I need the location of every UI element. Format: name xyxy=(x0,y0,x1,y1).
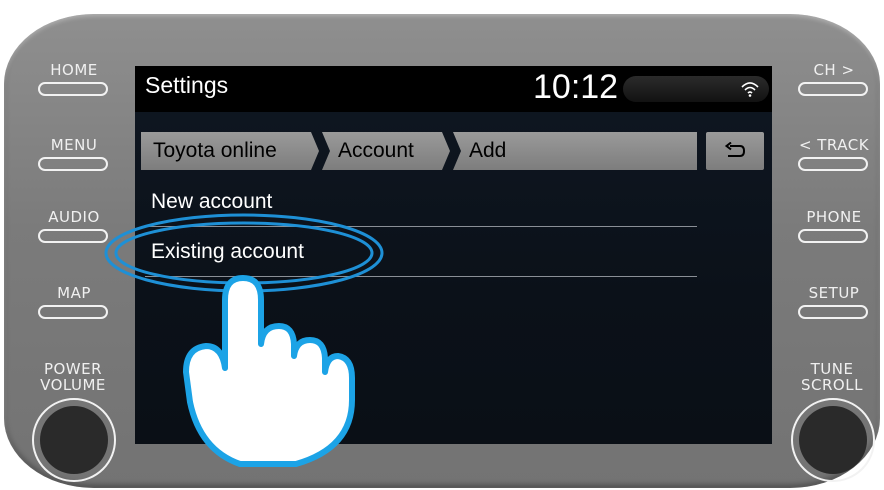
pointing-hand-icon xyxy=(183,275,355,467)
tutorial-overlay xyxy=(104,213,384,467)
